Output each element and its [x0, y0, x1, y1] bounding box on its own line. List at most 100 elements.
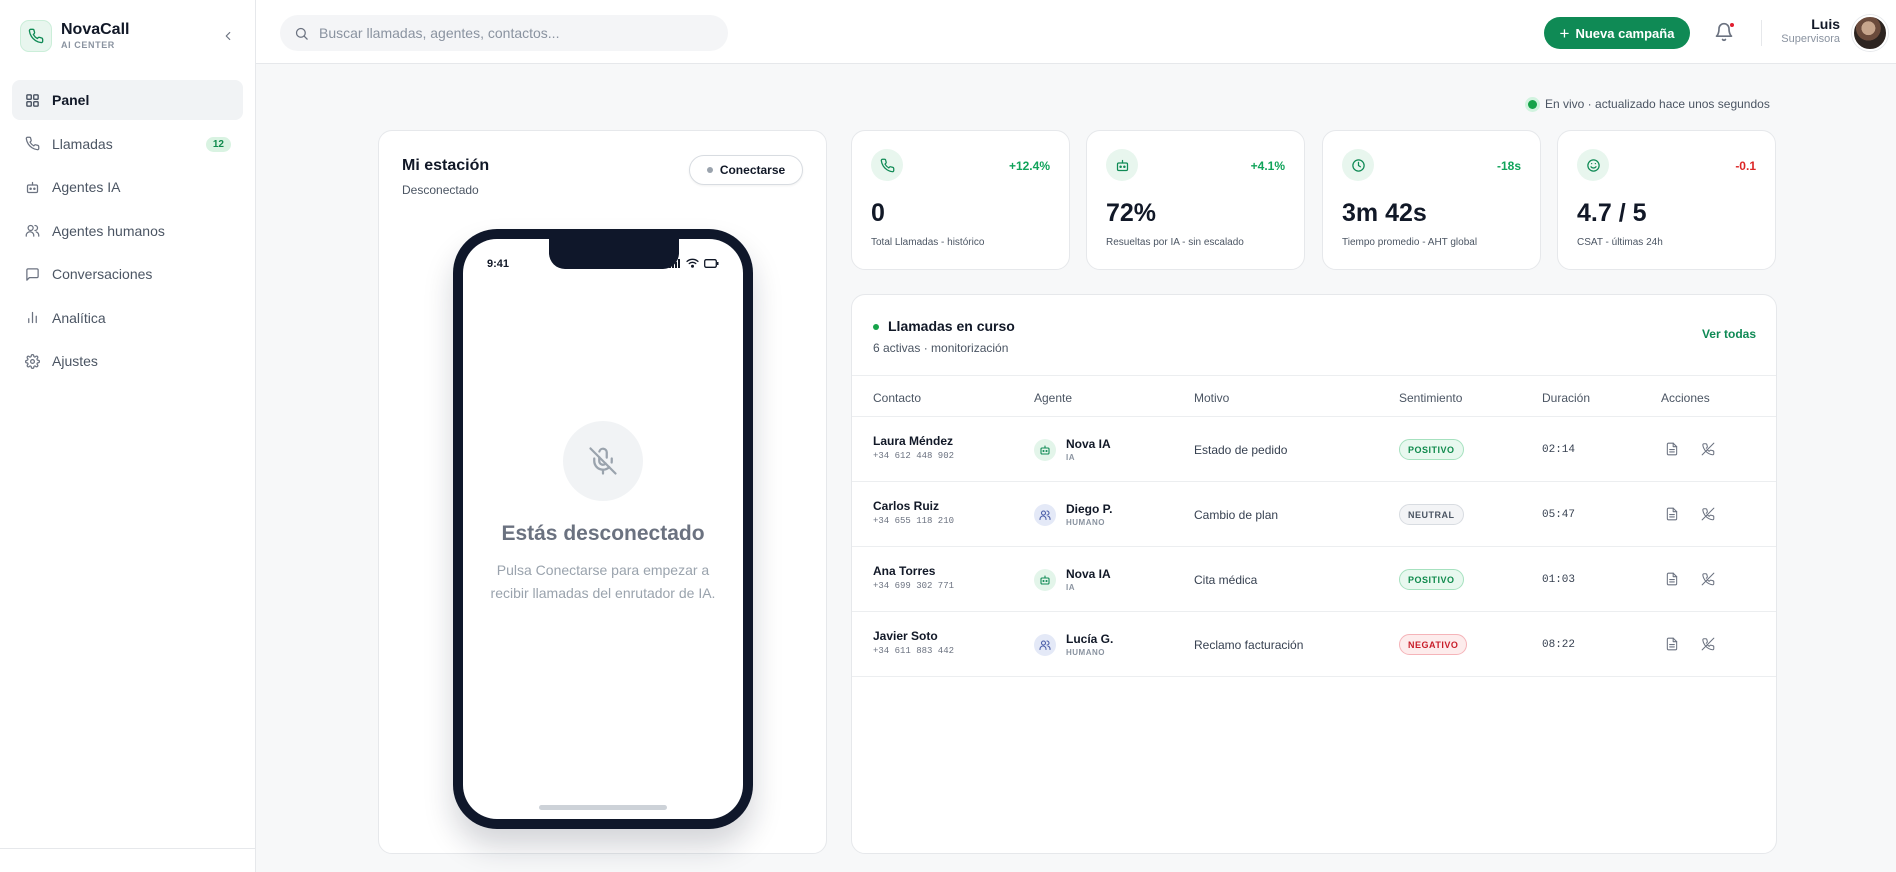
sidebar-item-analitica[interactable]: Analítica [12, 298, 243, 338]
see-all-link[interactable]: Ver todas [1702, 327, 1756, 341]
transcript-icon[interactable] [1665, 572, 1679, 586]
transcript-icon[interactable] [1665, 637, 1679, 651]
table-row[interactable]: Carlos Ruiz +34 655 118 210 Diego P. HUM… [852, 482, 1776, 547]
transcript-icon[interactable] [1665, 442, 1679, 456]
sidebar-item-agentes-humanos[interactable]: Agentes humanos [12, 211, 243, 251]
contact-name: Javier Soto [873, 629, 938, 643]
disconnected-title: Estás desconectado [501, 522, 705, 545]
signal-icon [669, 258, 680, 268]
phone-screen: 9:41 Estás desconectado Pulsa Conectarse… [463, 239, 743, 819]
phone-time: 9:41 [487, 258, 510, 270]
kpi-card-aht: -18s 3m 42s Tiempo promedio - AHT global [1322, 130, 1541, 270]
brand-name: NovaCall [61, 21, 130, 38]
live-dot [873, 324, 879, 330]
home-indicator [539, 805, 667, 810]
user-role: Supervisora [1781, 33, 1840, 45]
brand[interactable]: NovaCall AI CENTER [20, 20, 129, 52]
agent-name: Nova IA [1066, 567, 1111, 581]
column-header: Sentimiento [1399, 391, 1463, 405]
phone-icon [24, 136, 40, 152]
phone-off-icon[interactable] [1701, 507, 1715, 521]
column-header: Acciones [1661, 391, 1710, 405]
station-title: Mi estación [402, 157, 490, 174]
user-info[interactable]: Luis Supervisora [1781, 16, 1840, 46]
sidebar-nav: Panel Llamadas 12 Agentes IA Agentes hum… [12, 80, 243, 385]
topbar: + Nueva campaña Luis Supervisora [256, 0, 1896, 64]
brand-subtitle: AI CENTER [61, 40, 115, 50]
kpi-card-csat: -0.1 4.7 / 5 CSAT - últimas 24h [1557, 130, 1776, 270]
sidebar-item-conversaciones[interactable]: Conversaciones [12, 254, 243, 294]
sentiment-badge: POSITIVO [1399, 569, 1464, 590]
phone-off-icon[interactable] [1701, 442, 1715, 456]
kpi-label: Tiempo promedio - AHT global [1342, 237, 1478, 248]
sidebar-item-label: Llamadas [52, 135, 113, 152]
call-reason: Cita médica [1194, 573, 1258, 587]
phone-off-icon[interactable] [1701, 637, 1715, 651]
status-dot [706, 167, 713, 173]
count-badge: 12 [205, 136, 231, 152]
table-row[interactable]: Ana Torres +34 699 302 771 Nova IA IA Ci… [852, 547, 1776, 612]
notifications-button[interactable] [1714, 22, 1736, 44]
search-input[interactable] [319, 25, 699, 41]
station-card: Mi estación Desconectado Conectarse 9:41… [378, 130, 827, 854]
sidebar-item-label: Panel [52, 92, 90, 108]
column-header: Motivo [1194, 391, 1230, 405]
connect-button[interactable]: Conectarse [689, 155, 803, 185]
grid-icon [24, 92, 40, 108]
agent-type: IA [1066, 453, 1075, 462]
divider [1761, 20, 1762, 46]
collapse-sidebar-button[interactable] [218, 26, 238, 46]
kpi-value: 0 [871, 199, 885, 227]
sidebar-item-ajustes[interactable]: Ajustes [12, 341, 243, 381]
call-duration: 05:47 [1542, 509, 1576, 521]
plus-icon: + [1559, 23, 1570, 43]
sidebar-item-llamadas[interactable]: Llamadas 12 [12, 124, 243, 164]
call-reason: Cambio de plan [1194, 508, 1279, 522]
active-calls-card: Llamadas en curso 6 activas · monitoriza… [851, 294, 1777, 854]
kpi-label: Resueltas por IA - sin escalado [1106, 237, 1244, 248]
call-duration: 01:03 [1542, 574, 1576, 586]
table-row[interactable]: Javier Soto +34 611 883 442 Lucía G. HUM… [852, 612, 1776, 677]
phone-status-icons [669, 258, 719, 268]
mic-off-icon [563, 421, 643, 501]
users-icon [1034, 504, 1056, 526]
phone-icon [20, 20, 52, 52]
contact-name: Carlos Ruiz [873, 499, 940, 513]
transcript-icon[interactable] [1665, 507, 1679, 521]
contact-name: Ana Torres [873, 564, 936, 578]
search-bar[interactable] [280, 15, 728, 51]
kpi-delta: -0.1 [1735, 159, 1756, 173]
new-campaign-button[interactable]: + Nueva campaña [1544, 17, 1690, 49]
live-status-text: En vivo · actualizado hace unos segundos [1545, 97, 1770, 111]
sidebar-item-panel[interactable]: Panel [12, 80, 243, 120]
kpi-value: 72% [1106, 199, 1157, 227]
battery-icon [704, 258, 719, 268]
column-header: Contacto [873, 391, 922, 405]
call-duration: 08:22 [1542, 639, 1576, 651]
table-row[interactable]: Laura Méndez +34 612 448 902 Nova IA IA … [852, 417, 1776, 482]
sidebar-item-agentes-ia[interactable]: Agentes IA [12, 167, 243, 207]
sidebar-item-label: Analítica [52, 309, 106, 326]
avatar[interactable] [1852, 15, 1888, 51]
sidebar-item-label: Conversaciones [52, 266, 153, 282]
agent-name: Lucía G. [1066, 632, 1114, 646]
kpi-value: 4.7 / 5 [1577, 199, 1647, 227]
table-header: Contacto Agente Motivo Sentimiento Durac… [852, 376, 1776, 417]
users-icon [1034, 634, 1056, 656]
contact-phone: +34 699 302 771 [873, 581, 955, 591]
users-icon [24, 223, 40, 239]
bot-icon [24, 179, 40, 195]
agent-type: HUMANO [1066, 648, 1105, 657]
kpi-delta: +12.4% [1008, 159, 1050, 173]
gear-icon [24, 353, 40, 369]
kpi-card-ai-resolved: +4.1% 72% Resueltas por IA - sin escalad… [1086, 130, 1305, 270]
contact-name: Laura Méndez [873, 434, 954, 448]
kpi-card-total-calls: +12.4% 0 Total Llamadas - histórico [851, 130, 1070, 270]
column-header: Duración [1542, 391, 1591, 405]
live-status: En vivo · actualizado hace unos segundos [1528, 97, 1770, 111]
bot-icon [1034, 439, 1056, 461]
bot-icon [1106, 149, 1138, 181]
chevron-left-icon [225, 31, 231, 41]
phone-icon [871, 149, 903, 181]
phone-off-icon[interactable] [1701, 572, 1715, 586]
